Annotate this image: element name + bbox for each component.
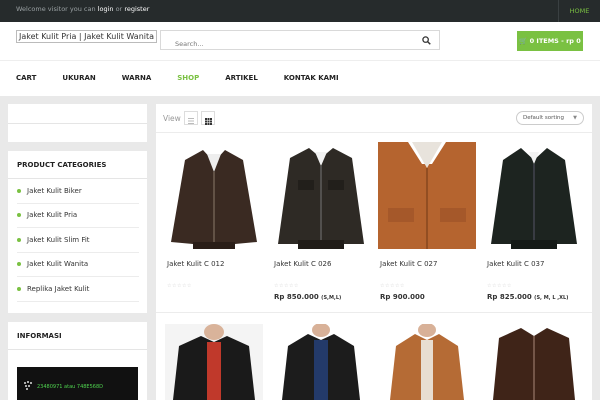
product-image[interactable] xyxy=(272,142,370,249)
listing-toolbar: View Default sorting ▼ xyxy=(156,104,592,133)
product-listing: View Default sorting ▼ Jaket Kulit C 012… xyxy=(156,104,592,400)
welcome-or: or xyxy=(113,5,125,13)
widget-title: INFORMASI xyxy=(8,322,147,350)
size-label: (S, M, L ,XL) xyxy=(534,295,569,301)
category-label: Jaket Kulit Biker xyxy=(27,186,82,195)
search-box xyxy=(160,30,440,53)
divider xyxy=(8,123,147,124)
jacket-image xyxy=(165,324,263,400)
product-image[interactable] xyxy=(272,324,370,400)
rating-stars: ☆☆☆☆☆ xyxy=(274,283,299,289)
bullet-icon xyxy=(17,286,21,291)
product-image[interactable] xyxy=(378,324,476,400)
blackberry-icon xyxy=(24,381,32,390)
bbm-banner[interactable]: 23480971 atau 748E568D xyxy=(17,367,138,400)
bullet-icon xyxy=(17,237,21,242)
sort-label: Default sorting xyxy=(523,115,564,121)
nav-artikel[interactable]: ARTIKEL xyxy=(225,61,258,97)
category-item[interactable]: Jaket Kulit Wanita xyxy=(17,253,139,277)
product-name[interactable]: Jaket Kulit C 027 xyxy=(380,260,437,268)
nav-warna[interactable]: WARNA xyxy=(122,61,152,97)
rating-stars: ☆☆☆☆☆ xyxy=(487,283,512,289)
jacket-image xyxy=(378,324,476,400)
category-item[interactable]: Replika Jaket Kulit xyxy=(17,277,139,302)
shopping-cart-icon: 🛒 xyxy=(519,37,528,45)
bullet-icon xyxy=(17,213,21,218)
sidebar-empty-widget xyxy=(8,104,147,142)
rating-stars: ☆☆☆☆☆ xyxy=(380,283,405,289)
bullet-icon xyxy=(17,188,21,193)
site-logo[interactable]: Jaket Kulit Pria | Jaket Kulit Wanita xyxy=(16,30,158,43)
product-name[interactable]: Jaket Kulit C 026 xyxy=(274,260,331,268)
product-image[interactable] xyxy=(165,142,263,249)
category-label: Jaket Kulit Pria xyxy=(27,211,78,220)
category-label: Jaket Kulit Wanita xyxy=(27,260,89,269)
jacket-image xyxy=(378,142,476,249)
list-view-button[interactable] xyxy=(184,111,198,125)
product-image[interactable] xyxy=(165,324,263,400)
category-item[interactable]: Jaket Kulit Biker xyxy=(17,179,139,204)
welcome-prefix: Welcome visitor you can xyxy=(16,5,98,13)
product-name[interactable]: Jaket Kulit C 037 xyxy=(487,260,544,268)
home-link[interactable]: HOME xyxy=(558,0,600,22)
chevron-down-icon: ▼ xyxy=(573,115,577,121)
bbm-pin-text: 23480971 atau 748E568D xyxy=(37,384,103,390)
nav-cart[interactable]: CART xyxy=(16,61,36,97)
product-image[interactable] xyxy=(378,142,476,249)
product-image[interactable] xyxy=(485,324,583,400)
price-value: Rp 825.000 xyxy=(487,293,532,301)
nav-shop[interactable]: SHOP xyxy=(177,61,199,97)
sort-select[interactable]: Default sorting ▼ xyxy=(516,111,584,125)
jacket-image xyxy=(272,142,370,249)
list-icon xyxy=(188,118,194,124)
cart-button[interactable]: 🛒 0 ITEMS - rp 0 xyxy=(517,31,583,51)
jacket-image xyxy=(485,142,583,249)
top-bar: Welcome visitor you can login or registe… xyxy=(0,0,600,22)
bullet-icon xyxy=(17,262,21,267)
grid-icon xyxy=(205,118,212,125)
size-label: (S,M,L) xyxy=(321,295,342,301)
price-value: Rp 900.000 xyxy=(380,293,425,301)
row-divider xyxy=(156,312,592,313)
nav-kontak-kami[interactable]: KONTAK KAMI xyxy=(284,61,339,97)
product-price: Rp 900.000 xyxy=(380,293,425,301)
view-label: View xyxy=(163,114,181,123)
category-label: Jaket Kulit Slim Fit xyxy=(27,235,90,244)
login-link[interactable]: login xyxy=(98,5,114,13)
main-nav: CART UKURAN WARNA SHOP ARTIKEL KONTAK KA… xyxy=(0,60,600,96)
product-price: Rp 825.000 (S, M, L ,XL) xyxy=(487,293,568,301)
search-icon[interactable] xyxy=(422,36,431,45)
product-image[interactable] xyxy=(485,142,583,249)
search-input[interactable] xyxy=(161,35,401,53)
informasi-widget: INFORMASI 23480971 atau 748E568D xyxy=(8,322,147,400)
grid-view-button[interactable] xyxy=(201,111,215,125)
jacket-image xyxy=(165,142,263,249)
nav-ukuran[interactable]: UKURAN xyxy=(62,61,95,97)
price-value: Rp 850.000 xyxy=(274,293,319,301)
product-name[interactable]: Jaket Kulit C 012 xyxy=(167,260,224,268)
header: Jaket Kulit Pria | Jaket Kulit Wanita 🛒 … xyxy=(0,22,600,60)
rating-stars: ☆☆☆☆☆ xyxy=(167,283,192,289)
category-item[interactable]: Jaket Kulit Pria xyxy=(17,204,139,228)
register-link[interactable]: register xyxy=(124,5,149,13)
widget-title: PRODUCT CATEGORIES xyxy=(8,151,147,179)
product-price: Rp 850.000 (S,M,L) xyxy=(274,293,341,301)
product-categories-widget: PRODUCT CATEGORIES Jaket Kulit Biker Jak… xyxy=(8,151,147,313)
jacket-image xyxy=(272,324,370,400)
welcome-text: Welcome visitor you can login or registe… xyxy=(16,5,149,13)
cart-label: 0 ITEMS - rp 0 xyxy=(529,37,581,45)
category-label: Replika Jaket Kulit xyxy=(27,284,90,293)
jacket-image xyxy=(485,324,583,400)
category-item[interactable]: Jaket Kulit Slim Fit xyxy=(17,228,139,253)
